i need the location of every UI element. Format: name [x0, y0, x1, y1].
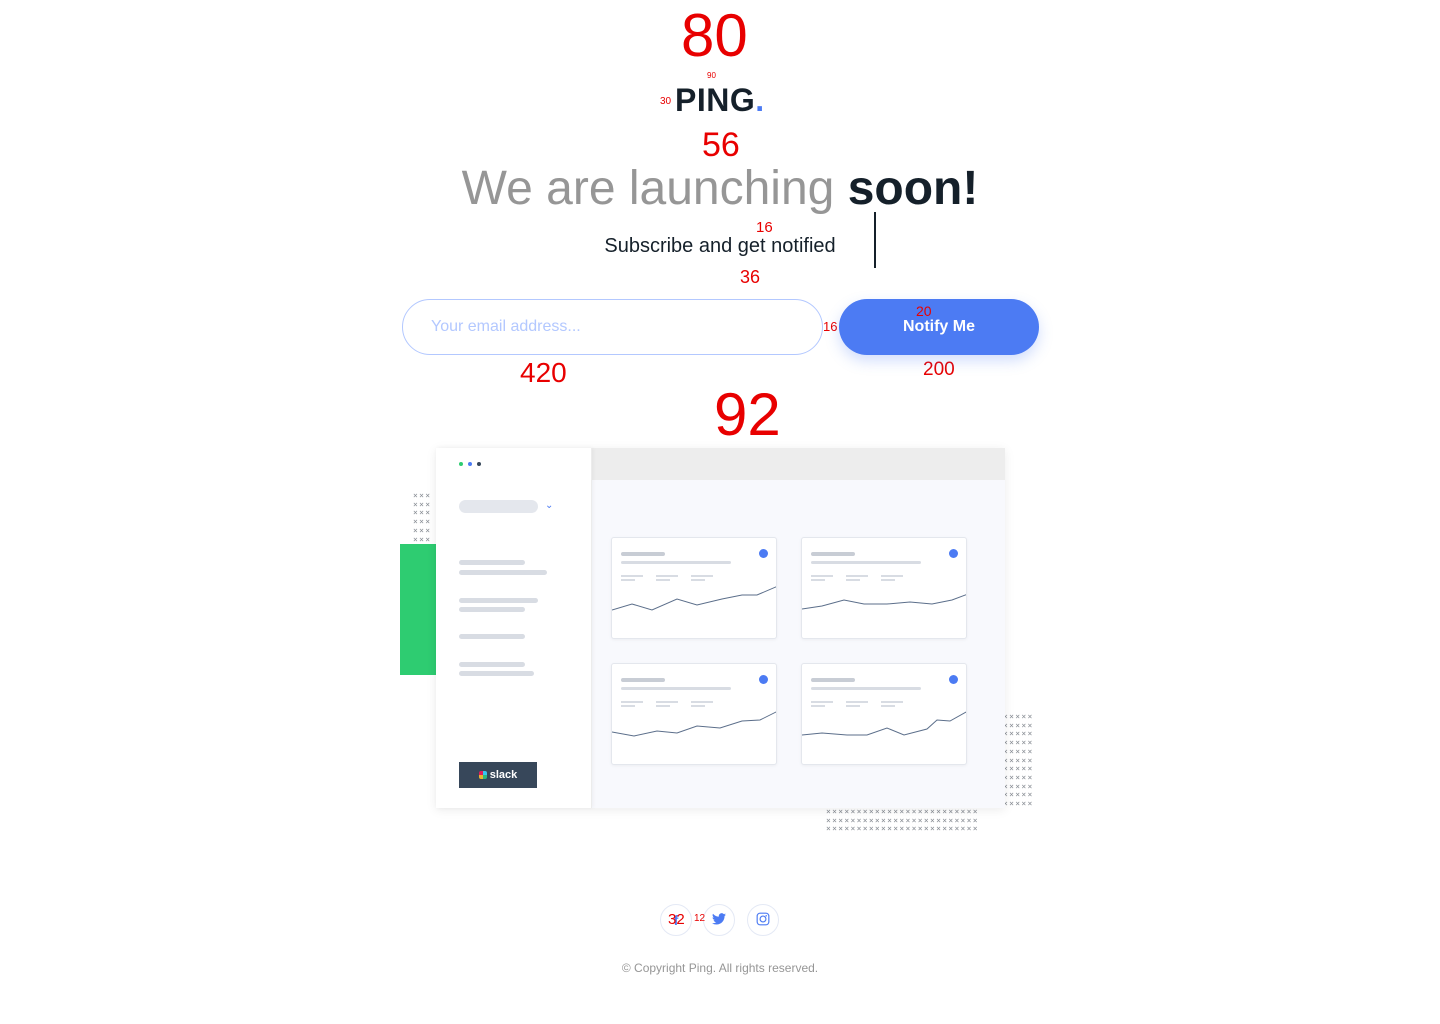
- sidebar-line: [459, 560, 525, 565]
- subtitle: Subscribe and get notified: [604, 235, 836, 257]
- headline-bold: soon!: [847, 162, 979, 215]
- instagram-icon: [756, 912, 770, 929]
- chart-card: [801, 537, 967, 639]
- annotation-logo-small: 30: [660, 96, 672, 107]
- annotation-sub-gap: 16: [756, 219, 773, 236]
- twitter-link[interactable]: [703, 904, 735, 936]
- copyright-text: © Copyright Ping. All rights reserved.: [621, 961, 819, 975]
- chart-card: [611, 537, 777, 639]
- green-accent-block: [400, 544, 438, 675]
- annotation-btn-font: 20: [916, 303, 932, 319]
- slack-icon: [478, 771, 487, 779]
- window-dot-dark: [477, 462, 481, 466]
- check-icon: [759, 549, 768, 558]
- dashboard-illustration: ⌄ slack: [436, 448, 1005, 808]
- sidebar-line: [459, 662, 525, 667]
- annotation-btn-width: 200: [923, 359, 955, 380]
- annotation-logo-top: 80: [681, 2, 748, 69]
- annotation-form-gap: 36: [740, 267, 761, 287]
- annotation-icon-gap: 12: [694, 913, 706, 924]
- annotation-headline-gap: 56: [702, 126, 740, 164]
- chart-card: [801, 663, 967, 765]
- chart-card: [611, 663, 777, 765]
- check-icon: [759, 675, 768, 684]
- annotation-input-width: 420: [520, 357, 567, 388]
- dot-pattern-right: ××××× ××××× ××××× ××××× ××××× ××××× ××××…: [1003, 713, 1034, 809]
- sidebar-line: [459, 598, 538, 603]
- twitter-icon: [712, 912, 726, 928]
- annotation-logo-height: 90: [707, 71, 716, 80]
- slack-label: slack: [489, 769, 518, 781]
- annotation-illustration-gap: 92: [714, 381, 781, 448]
- headline-light: We are launching: [461, 162, 848, 215]
- sidebar-line: [459, 607, 525, 612]
- window-dot-blue: [468, 462, 472, 466]
- slack-button: slack: [459, 762, 537, 788]
- check-icon: [949, 675, 958, 684]
- dashboard-sidebar: ⌄ slack: [436, 448, 592, 808]
- sidebar-line: [459, 570, 547, 575]
- annotation-icon-size: 32: [668, 911, 685, 928]
- page-headline: We are launching soon!: [0, 160, 1440, 218]
- brand-logo: PING.: [675, 82, 765, 119]
- window-dot-green: [459, 462, 463, 466]
- instagram-link[interactable]: [747, 904, 779, 936]
- brand-dot: .: [755, 82, 765, 118]
- annotation-form-spacing: 16: [823, 319, 838, 334]
- chevron-down-icon: ⌄: [545, 500, 554, 511]
- notify-me-button[interactable]: Notify Me: [839, 299, 1039, 355]
- sidebar-line: [459, 634, 525, 639]
- sidebar-line: [459, 671, 534, 676]
- email-input[interactable]: [402, 299, 823, 355]
- dot-pattern-bottom: ××××××××××××××××××××××××× ××××××××××××××…: [826, 808, 979, 834]
- brand-name: PING: [675, 82, 756, 118]
- check-icon: [949, 549, 958, 558]
- sidebar-dropdown: [459, 500, 538, 513]
- guide-line: [874, 212, 876, 268]
